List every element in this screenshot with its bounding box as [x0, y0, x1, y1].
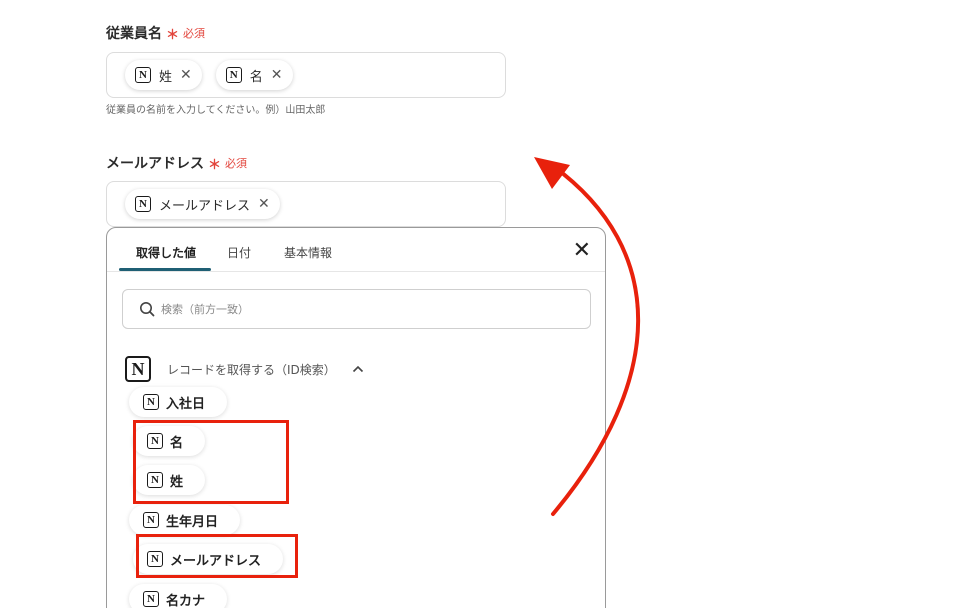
highlight-box-name-fields: [133, 420, 289, 504]
list-item[interactable]: N 入社日: [129, 387, 228, 417]
active-tab-indicator: [119, 268, 211, 271]
list-item[interactable]: N 名カナ: [129, 584, 228, 608]
tab-basic-info[interactable]: 基本情報: [284, 244, 332, 261]
tab-fetched-values[interactable]: 取得した値: [136, 244, 196, 261]
notion-icon: N: [143, 394, 159, 410]
list-item-label: 生年月日: [166, 514, 219, 530]
notion-icon: N: [225, 67, 242, 83]
chevron-up-icon[interactable]: [352, 365, 364, 373]
required-text: 必須: [183, 27, 206, 40]
email-label: メールアドレス ＊ 必須: [106, 153, 247, 173]
chip-label: 姓: [159, 69, 173, 85]
chip-label: 名: [249, 69, 263, 85]
search-icon: [140, 302, 155, 317]
employee-name-label-text: 従業員名: [106, 26, 162, 42]
notion-icon: N: [143, 512, 159, 528]
search-placeholder: 検索（前方一致）: [161, 303, 249, 316]
section-header[interactable]: N レコードを取得する（ID検索）: [125, 356, 364, 382]
tab-date[interactable]: 日付: [227, 244, 251, 261]
list-item-label: 名カナ: [166, 593, 206, 608]
close-icon[interactable]: ✕: [573, 240, 591, 262]
required-star: ＊: [166, 27, 180, 43]
close-icon[interactable]: ✕: [271, 68, 283, 82]
required-text: 必須: [225, 157, 248, 170]
list-item[interactable]: N 生年月日: [129, 505, 241, 535]
close-icon[interactable]: ✕: [180, 68, 192, 82]
search-input[interactable]: 検索（前方一致）: [122, 289, 591, 329]
notion-icon: N: [125, 356, 151, 382]
notion-icon: N: [135, 196, 151, 212]
chip-email[interactable]: N メールアドレス ✕: [125, 189, 280, 219]
notion-icon: N: [135, 67, 151, 83]
close-icon[interactable]: ✕: [258, 197, 270, 211]
employee-name-helper: 従業員の名前を入力してください。例）山田太郎: [106, 105, 326, 116]
chip-last-name[interactable]: N 姓 ✕: [125, 60, 202, 90]
notion-icon: N: [143, 591, 159, 607]
required-star: ＊: [208, 157, 222, 173]
tab-bar: 取得した値 日付 基本情報 ✕: [107, 228, 605, 272]
chip-label: メールアドレス: [159, 198, 251, 214]
employee-name-field[interactable]: N 姓 ✕ N 名 ✕: [106, 52, 506, 98]
employee-name-label: 従業員名 ＊ 必須: [106, 23, 205, 43]
email-label-text: メールアドレス: [106, 156, 204, 172]
list-item-label: 入社日: [166, 396, 206, 412]
section-title: レコードを取得する（ID検索）: [167, 362, 336, 377]
chip-first-name[interactable]: N 名 ✕: [215, 60, 293, 90]
email-field[interactable]: N メールアドレス ✕: [106, 181, 506, 227]
highlight-box-email-field: [136, 534, 298, 578]
